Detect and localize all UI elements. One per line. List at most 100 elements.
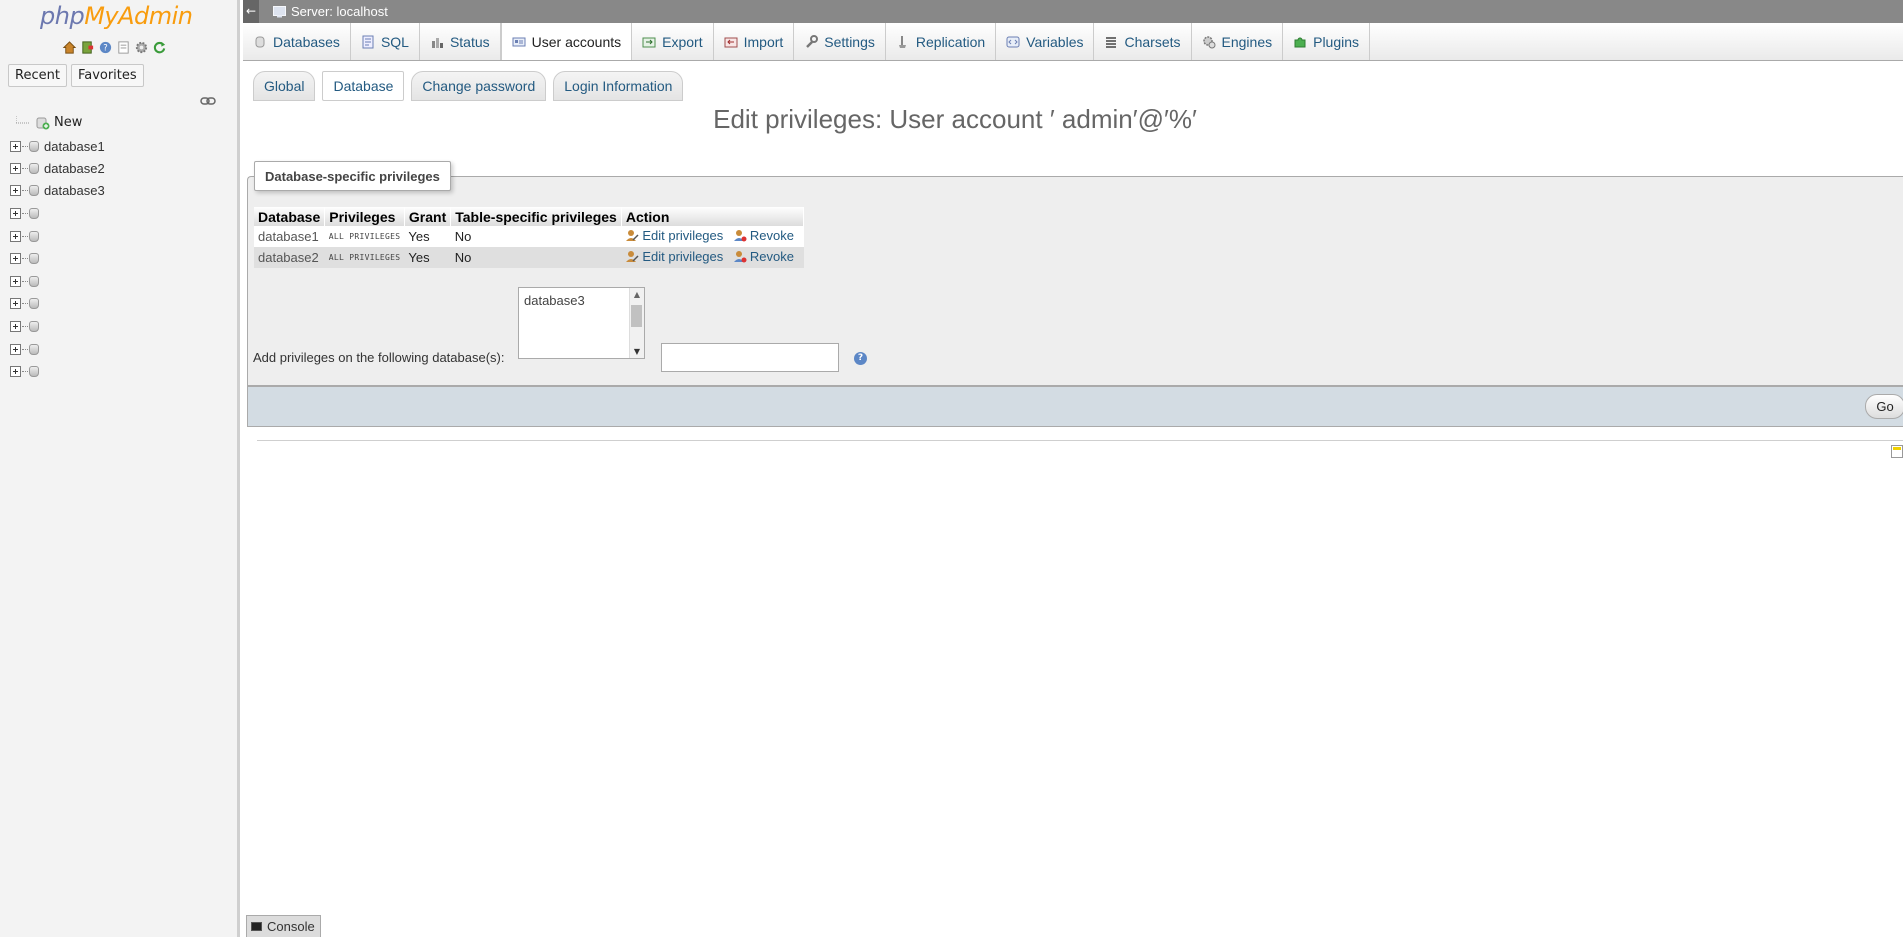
tree-item-unnamed[interactable] <box>10 272 44 290</box>
docs-icon[interactable]: ? <box>98 40 113 55</box>
tree-db-label[interactable]: database2 <box>44 161 105 176</box>
tab-user-accounts[interactable]: User accounts <box>500 23 633 60</box>
column-header: Grant <box>404 207 452 226</box>
privileges-cell: ALL PRIVILEGES <box>324 247 405 268</box>
tab-label: Charsets <box>1124 33 1181 50</box>
database-option[interactable]: database3 <box>524 293 585 308</box>
tree-item-unnamed[interactable] <box>10 362 44 380</box>
go-button[interactable]: Go <box>1865 394 1903 419</box>
fieldset-legend: Database-specific privileges <box>254 161 451 191</box>
edit-privileges-link[interactable]: Edit privileges <box>625 228 723 243</box>
tab-engines[interactable]: Engines <box>1192 23 1284 60</box>
scroll-down-icon[interactable]: ▼ <box>634 347 640 356</box>
table-specific-cell: No <box>450 247 622 268</box>
database-icon <box>29 297 39 309</box>
server-breadcrumb[interactable]: Server: localhost <box>291 4 388 19</box>
tree-item-unnamed[interactable] <box>10 227 44 245</box>
subtab-login-information[interactable]: Login Information <box>553 71 684 101</box>
expand-icon[interactable] <box>10 184 21 196</box>
tree-db-label[interactable]: database3 <box>44 183 105 198</box>
tab-export[interactable]: Export <box>632 23 714 60</box>
database-icon <box>29 365 39 377</box>
tab-sql[interactable]: SQL <box>351 23 420 60</box>
tab-replication[interactable]: Replication <box>886 23 997 60</box>
tree-item-database3[interactable]: database3 <box>10 181 105 199</box>
subtab-change-password[interactable]: Change password <box>411 71 547 101</box>
replication-icon <box>898 35 906 48</box>
help-icon[interactable]: ? <box>854 352 867 365</box>
column-header: Database <box>254 207 326 226</box>
expand-icon[interactable] <box>10 230 21 242</box>
expand-icon[interactable] <box>10 297 21 309</box>
page-settings-icon[interactable] <box>1891 445 1903 458</box>
tree-item-unnamed[interactable] <box>10 204 44 222</box>
sql-docs-icon[interactable] <box>116 40 131 55</box>
tree-item-unnamed[interactable] <box>10 294 44 312</box>
link-chain-icon[interactable] <box>200 96 216 106</box>
page-title: Edit privileges: User account ′ admin′@′… <box>713 104 1197 134</box>
tab-label: Settings <box>824 33 875 50</box>
database-icon <box>29 184 39 196</box>
tree-connector-icon <box>16 116 30 124</box>
tab-label: Variables <box>1026 33 1084 50</box>
tab-label: Import <box>743 33 784 50</box>
subtab-database[interactable]: Database <box>322 71 405 101</box>
expand-icon[interactable] <box>10 275 21 287</box>
database-wildcard-input[interactable] <box>661 343 839 372</box>
tree-item-database1[interactable]: database1 <box>10 137 105 155</box>
database-icon <box>29 230 39 242</box>
collapse-nav-button[interactable]: ← <box>243 0 259 23</box>
exit-icon[interactable] <box>80 40 95 55</box>
listbox-scroll-thumb[interactable] <box>631 305 642 327</box>
table-specific-cell: No <box>450 226 622 247</box>
nav-tab-recent[interactable]: Recent <box>8 64 67 87</box>
scroll-up-icon[interactable]: ▲ <box>634 290 640 299</box>
tree-item-unnamed[interactable] <box>10 317 44 335</box>
expand-icon[interactable] <box>10 162 21 174</box>
logo-php-text: php <box>40 2 85 30</box>
settings-icon[interactable] <box>134 40 149 55</box>
tab-label: SQL <box>380 33 409 50</box>
form-footer <box>247 386 1903 427</box>
edit-privileges-label: Edit privileges <box>642 227 724 243</box>
tab-variables[interactable]: Variables <box>996 23 1095 60</box>
console-toggle[interactable]: Console <box>246 915 321 937</box>
tab-status[interactable]: Status <box>420 23 501 60</box>
revoke-link[interactable]: Revoke <box>733 249 794 264</box>
database-icon <box>29 162 39 174</box>
expand-icon[interactable] <box>10 252 21 264</box>
edit-privileges-link[interactable]: Edit privileges <box>625 249 723 264</box>
tab-label: Engines <box>1221 33 1273 50</box>
expand-icon[interactable] <box>10 365 21 377</box>
database-icon <box>29 343 39 355</box>
database-multiselect[interactable]: database3 ▲ ▼ <box>518 287 645 359</box>
revoke-link[interactable]: Revoke <box>733 228 794 243</box>
tree-db-label[interactable]: database1 <box>44 139 105 154</box>
column-header: Action <box>621 207 805 226</box>
phpmyadmin-logo[interactable]: phpMyAdmin <box>40 2 193 30</box>
tree-item-unnamed[interactable] <box>10 249 44 267</box>
tab-charsets[interactable]: Charsets <box>1094 23 1192 60</box>
tree-item-unnamed[interactable] <box>10 340 44 358</box>
tab-import[interactable]: Import <box>714 23 795 60</box>
revoke-user-icon <box>733 251 747 263</box>
console-label: Console <box>267 919 315 934</box>
expand-icon[interactable] <box>10 207 21 219</box>
tree-item-database2[interactable]: database2 <box>10 159 105 177</box>
home-icon[interactable] <box>62 40 77 55</box>
tab-plugins[interactable]: Plugins <box>1283 23 1371 60</box>
subtab-global[interactable]: Global <box>253 71 316 101</box>
nav-tab-favorites[interactable]: Favorites <box>70 64 144 87</box>
svg-text:?: ? <box>103 42 107 52</box>
action-cell: Edit privileges Revoke <box>621 226 804 247</box>
logo-myadmin-text: MyAdmin <box>84 2 193 30</box>
tab-settings[interactable]: Settings <box>794 23 886 60</box>
expand-icon[interactable] <box>10 140 21 152</box>
engines-icon <box>1202 35 1216 48</box>
revoke-user-icon <box>733 230 747 242</box>
reload-icon[interactable] <box>152 40 167 55</box>
expand-icon[interactable] <box>10 343 21 355</box>
expand-icon[interactable] <box>10 320 21 332</box>
tab-databases[interactable]: Databases <box>243 23 351 60</box>
sql-icon <box>362 35 374 48</box>
